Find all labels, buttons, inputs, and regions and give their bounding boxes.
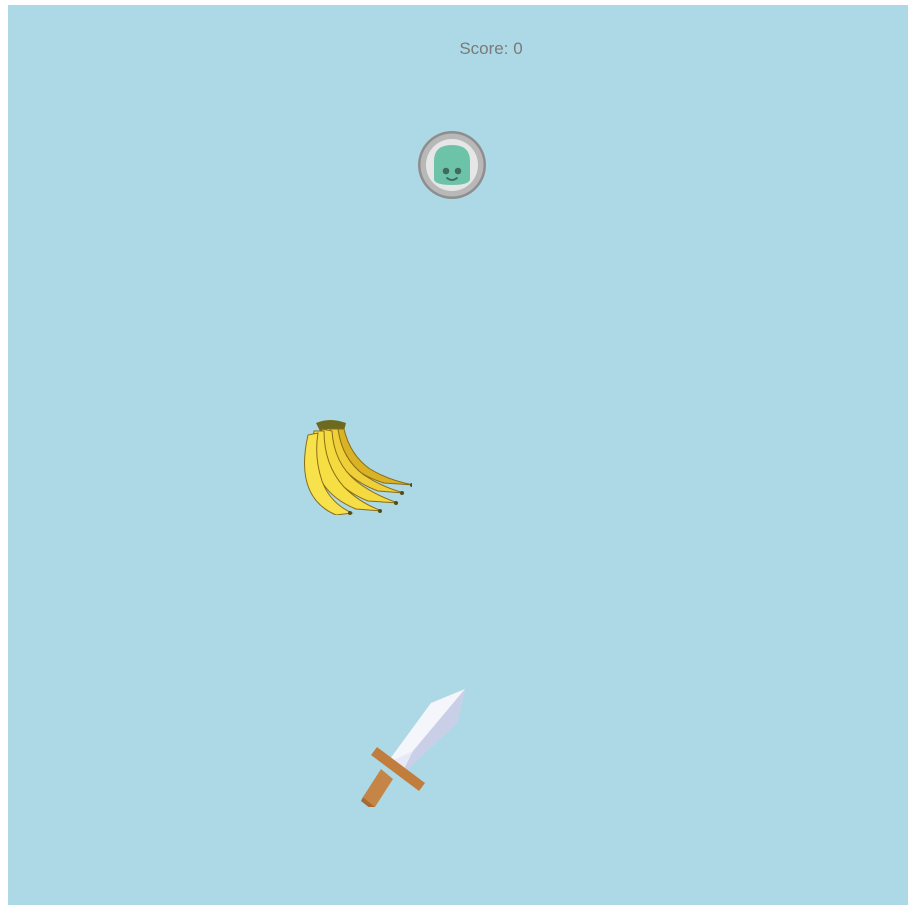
sword-icon[interactable] xyxy=(353,689,465,807)
game-canvas[interactable]: Score: 0 xyxy=(8,5,908,905)
banana-bunch-icon[interactable] xyxy=(290,417,412,515)
player-slime-icon[interactable] xyxy=(416,129,488,201)
score-label: Score: 0 xyxy=(459,39,523,58)
